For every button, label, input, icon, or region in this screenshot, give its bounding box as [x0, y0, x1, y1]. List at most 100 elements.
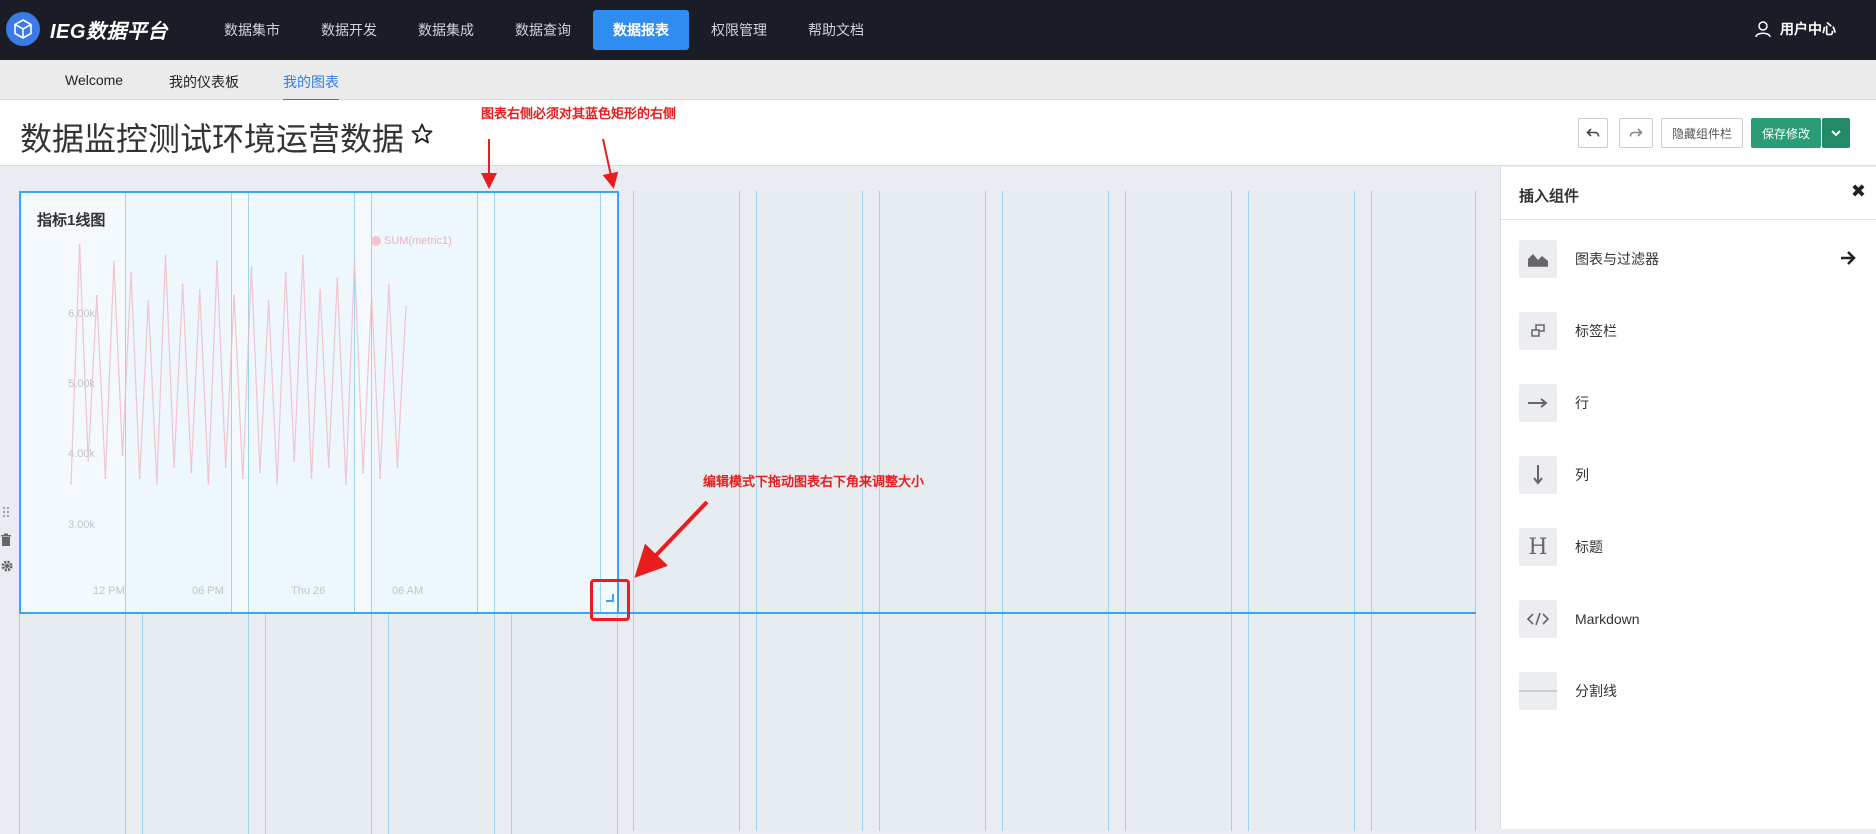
series-point — [224, 465, 227, 468]
resize-handle[interactable] — [590, 579, 630, 621]
nav-item-integration[interactable]: 数据集成 — [399, 10, 493, 50]
close-icon[interactable]: ✖ — [1851, 181, 1866, 202]
code-icon — [1519, 600, 1557, 638]
chevron-down-icon — [1831, 130, 1841, 137]
series-point — [319, 289, 321, 291]
chart-widget[interactable]: 指标1线图 SUM(metric1) 6.00k 5.00k 4.00k 3.0… — [19, 191, 619, 614]
series-point — [181, 283, 184, 286]
series-point — [164, 255, 167, 257]
cube-icon — [6, 12, 40, 46]
logo[interactable]: IEG数据平台 — [6, 12, 168, 46]
series-point — [276, 483, 278, 485]
series-point — [310, 477, 313, 479]
hide-panel-button[interactable]: 隐藏组件栏 — [1661, 118, 1743, 148]
undo-button[interactable] — [1578, 118, 1608, 148]
grid-column — [511, 614, 618, 834]
sub-nav: Welcome 我的仪表板 我的图表 — [0, 60, 1876, 101]
nav-item-help[interactable]: 帮助文档 — [789, 10, 883, 50]
save-options-dropdown[interactable] — [1822, 118, 1850, 148]
arrow-right-icon — [1519, 384, 1557, 422]
divider-icon — [1519, 672, 1557, 710]
series-point — [336, 277, 339, 280]
heading-icon: H — [1519, 528, 1557, 566]
series-point — [207, 483, 210, 485]
tab-my-charts[interactable]: 我的图表 — [283, 72, 339, 101]
tab-welcome[interactable]: Welcome — [65, 72, 123, 88]
panel-header: 插入组件 ✖ — [1501, 167, 1876, 220]
series-point — [199, 289, 201, 291]
user-icon — [1755, 21, 1771, 38]
grid-column — [756, 191, 863, 831]
series-point — [302, 255, 304, 257]
page-title[interactable]: 数据监控测试环境运营数据 — [20, 114, 404, 160]
tabs-icon — [1519, 312, 1557, 350]
component-chart-filter[interactable]: 图表与过滤器 — [1519, 239, 1859, 279]
component-divider[interactable]: 分割线 — [1519, 671, 1859, 711]
component-label: 图表与过滤器 — [1575, 251, 1659, 267]
component-row[interactable]: 行 — [1519, 383, 1859, 423]
series-point — [130, 272, 132, 274]
nav-item-permissions[interactable]: 权限管理 — [692, 10, 786, 50]
series-point — [121, 454, 124, 457]
series-line-metric1 — [70, 244, 407, 484]
gear-icon[interactable] — [0, 559, 14, 573]
component-markdown[interactable]: Markdown — [1519, 599, 1859, 639]
top-navbar: IEG数据平台 数据集市 数据开发 数据集成 数据查询 数据报表 权限管理 帮助… — [0, 0, 1876, 60]
series-point — [327, 465, 330, 468]
annotation-right-edge: 图表右侧必须对其蓝色矩形的右侧 — [481, 106, 677, 121]
grid-column — [19, 614, 126, 834]
series-point — [216, 260, 218, 263]
grid-column — [1371, 191, 1476, 831]
series-point — [345, 483, 347, 485]
component-tabs[interactable]: 标签栏 — [1519, 311, 1859, 351]
component-label: 分割线 — [1575, 683, 1617, 699]
series-point — [267, 300, 270, 303]
series-point — [370, 294, 373, 297]
component-column[interactable]: 列 — [1519, 455, 1859, 495]
series-point — [113, 260, 115, 263]
grid-column — [633, 191, 740, 831]
resize-corner-icon — [606, 594, 614, 602]
undo-icon — [1586, 128, 1600, 137]
save-button[interactable]: 保存修改 — [1751, 118, 1821, 148]
user-center-button[interactable]: 用户中心 — [1754, 19, 1836, 39]
grid-column — [388, 614, 495, 834]
grid-column — [879, 191, 986, 831]
nav-item-query[interactable]: 数据查询 — [496, 10, 590, 50]
trash-icon[interactable] — [0, 533, 12, 547]
series-point — [70, 483, 72, 485]
arrow-down-icon — [1519, 456, 1557, 494]
series-point — [379, 477, 382, 479]
series-point — [388, 283, 390, 286]
redo-button[interactable] — [1619, 118, 1653, 148]
series-point — [293, 460, 296, 462]
nav-item-market[interactable]: 数据集市 — [205, 10, 299, 50]
tab-my-dashboards[interactable]: 我的仪表板 — [169, 72, 239, 92]
series-point — [405, 306, 407, 308]
grid-column — [142, 614, 249, 834]
grid-column — [1002, 191, 1109, 831]
series-point — [362, 471, 364, 474]
series-point — [104, 477, 107, 479]
star-icon[interactable] — [410, 122, 434, 146]
nav-item-reports[interactable]: 数据报表 — [593, 10, 689, 50]
dashboard-canvas: 指标1线图 SUM(metric1) 6.00k 5.00k 4.00k 3.0… — [0, 106, 1500, 834]
series-point — [284, 272, 287, 274]
nav-item-develop[interactable]: 数据开发 — [302, 10, 396, 50]
component-heading[interactable]: H 标题 — [1519, 527, 1859, 567]
line-chart — [70, 243, 407, 485]
component-label: 标题 — [1575, 539, 1603, 555]
area-chart-icon — [1519, 240, 1557, 278]
drag-handle-icon[interactable] — [1, 505, 11, 519]
series-point — [78, 243, 81, 246]
series-point — [156, 483, 158, 485]
series-point — [173, 465, 175, 468]
component-label: 标签栏 — [1575, 323, 1617, 339]
insert-component-panel: 插入组件 ✖ 图表与过滤器 标签栏 行 列 H 标题 Markdown 分割线 — [1500, 167, 1876, 829]
grid-column — [265, 614, 372, 834]
series-point — [250, 266, 253, 268]
component-label: 行 — [1575, 395, 1589, 411]
logo-text: IEG数据平台 — [50, 20, 168, 43]
annotation-resize: 编辑模式下拖动图表右下角来调整大小 — [703, 474, 925, 489]
grid-column — [1125, 191, 1232, 831]
